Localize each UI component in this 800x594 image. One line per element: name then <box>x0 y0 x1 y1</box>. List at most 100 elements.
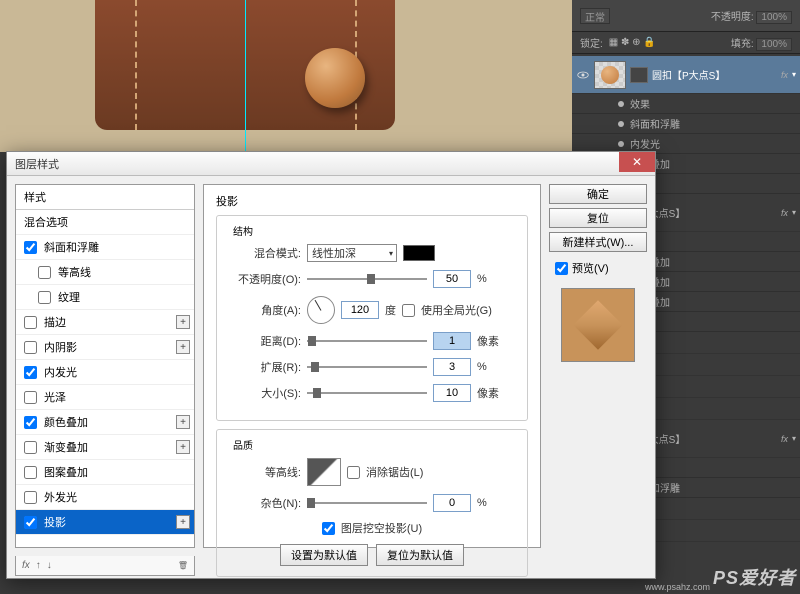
collapse-icon[interactable]: ▾ <box>792 208 796 217</box>
opacity-value[interactable]: 100% <box>756 11 792 24</box>
set-default-button[interactable]: 设置为默认值 <box>280 544 368 566</box>
add-icon[interactable]: + <box>176 515 190 529</box>
opacity-slider[interactable] <box>307 278 427 280</box>
blend-mode-select[interactable]: 线性加深 <box>307 244 397 262</box>
global-light-label: 使用全局光(G) <box>421 302 492 318</box>
item-label: 颜色叠加 <box>44 414 88 430</box>
add-icon[interactable]: + <box>176 415 190 429</box>
style-checkbox[interactable] <box>24 466 37 479</box>
arrow-down-icon[interactable]: ↓ <box>47 560 52 571</box>
contour-picker[interactable] <box>307 458 341 486</box>
style-item-satin[interactable]: 光泽 <box>16 385 194 410</box>
panel-lock-row: 锁定: ▦ ✽ ⊕ 🔒 填充: 100% <box>572 32 800 54</box>
style-item-outer-glow[interactable]: 外发光 <box>16 485 194 510</box>
style-item-drop-shadow[interactable]: 投影+ <box>16 510 194 535</box>
fill-label: 填充: <box>731 39 754 50</box>
style-checkbox[interactable] <box>38 291 51 304</box>
item-label: 图案叠加 <box>44 464 88 480</box>
blend-options-item[interactable]: 混合选项 <box>16 210 194 235</box>
effect-label: 效果 <box>630 96 650 111</box>
style-item-color-overlay[interactable]: 颜色叠加 + <box>16 410 194 435</box>
close-button[interactable]: ✕ <box>619 152 655 172</box>
style-checkbox[interactable] <box>24 491 37 504</box>
fx-badge[interactable]: fx <box>781 208 788 218</box>
new-style-button[interactable]: 新建样式(W)... <box>549 232 647 252</box>
style-item-texture[interactable]: 纹理 <box>16 285 194 310</box>
spread-input[interactable] <box>433 358 471 376</box>
item-label: 光泽 <box>44 389 66 405</box>
styles-header[interactable]: 样式 <box>16 185 194 210</box>
preview-checkbox[interactable] <box>555 262 568 275</box>
dialog-footer: fx ↑ ↓ 🗑 <box>15 556 195 576</box>
antialias-checkbox[interactable] <box>347 466 360 479</box>
collapse-icon[interactable]: ▾ <box>792 70 796 79</box>
effect-label: 内发光 <box>630 136 660 151</box>
angle-input[interactable] <box>341 301 379 319</box>
layer-row[interactable]: 圆扣【P大点S】 fx ▾ <box>572 56 800 94</box>
layer-thumbnail[interactable] <box>594 61 626 89</box>
global-light-checkbox[interactable] <box>402 304 415 317</box>
color-swatch[interactable] <box>403 245 435 261</box>
style-item-stroke[interactable]: 描边+ <box>16 310 194 335</box>
effect-row[interactable]: 斜面和浮雕 <box>572 114 800 134</box>
layer-mask-thumb[interactable] <box>630 67 648 83</box>
spread-slider[interactable] <box>307 366 427 368</box>
style-checkbox[interactable] <box>38 266 51 279</box>
style-item-pattern-overlay[interactable]: 图案叠加 <box>16 460 194 485</box>
distance-label: 距离(D): <box>229 333 301 349</box>
trash-icon[interactable]: 🗑 <box>178 561 188 570</box>
item-label: 外发光 <box>44 489 77 505</box>
actions-panel: 确定 复位 新建样式(W)... 预览(V) <box>549 184 647 548</box>
add-icon[interactable]: + <box>176 340 190 354</box>
lock-icons[interactable]: ▦ ✽ ⊕ 🔒 <box>609 37 656 48</box>
layer-name: 圆扣【P大点S】 <box>652 67 777 82</box>
ok-button[interactable]: 确定 <box>549 184 647 204</box>
style-checkbox[interactable] <box>24 391 37 404</box>
size-input[interactable] <box>433 384 471 402</box>
opacity-input[interactable] <box>433 270 471 288</box>
fx-badge[interactable]: fx <box>781 434 788 444</box>
style-checkbox[interactable] <box>24 416 37 429</box>
style-item-gradient-overlay[interactable]: 渐变叠加+ <box>16 435 194 460</box>
knockout-checkbox[interactable] <box>322 522 335 535</box>
style-checkbox[interactable] <box>24 241 37 254</box>
size-slider[interactable] <box>307 392 427 394</box>
angle-label: 角度(A): <box>229 302 301 318</box>
noise-input[interactable] <box>433 494 471 512</box>
style-checkbox[interactable] <box>24 316 37 329</box>
reset-button[interactable]: 复位 <box>549 208 647 228</box>
style-item-contour[interactable]: 等高线 <box>16 260 194 285</box>
blend-mode-select[interactable]: 正常 <box>580 8 610 24</box>
dialog-titlebar[interactable]: 图层样式 ✕ <box>7 152 655 176</box>
distance-slider[interactable] <box>307 340 427 342</box>
fieldset-label: 结构 <box>229 223 257 238</box>
style-checkbox[interactable] <box>24 516 37 529</box>
visibility-icon[interactable] <box>576 68 590 82</box>
style-checkbox[interactable] <box>24 341 37 354</box>
add-icon[interactable]: + <box>176 440 190 454</box>
style-checkbox[interactable] <box>24 441 37 454</box>
noise-label: 杂色(N): <box>229 495 301 511</box>
item-label: 斜面和浮雕 <box>44 239 99 255</box>
style-item-bevel[interactable]: 斜面和浮雕 <box>16 235 194 260</box>
style-item-inner-glow[interactable]: 内发光 <box>16 360 194 385</box>
effect-row[interactable]: 效果 <box>572 94 800 114</box>
style-checkbox[interactable] <box>24 366 37 379</box>
opacity-label: 不透明度: <box>711 12 754 23</box>
style-item-inner-shadow[interactable]: 内阴影+ <box>16 335 194 360</box>
noise-slider[interactable] <box>307 502 427 504</box>
angle-dial[interactable] <box>307 296 335 324</box>
collapse-icon[interactable]: ▾ <box>792 434 796 443</box>
preview-label: 预览(V) <box>572 260 609 276</box>
ball-shape <box>305 48 365 108</box>
fx-icon[interactable]: fx <box>22 560 30 571</box>
fill-value[interactable]: 100% <box>756 38 792 51</box>
add-icon[interactable]: + <box>176 315 190 329</box>
effect-dot <box>618 101 624 107</box>
arrow-up-icon[interactable]: ↑ <box>36 560 41 571</box>
opacity-label: 不透明度(O): <box>229 271 301 287</box>
preview-box <box>561 288 635 362</box>
reset-default-button[interactable]: 复位为默认值 <box>376 544 464 566</box>
distance-input[interactable] <box>433 332 471 350</box>
fx-badge[interactable]: fx <box>781 70 788 80</box>
